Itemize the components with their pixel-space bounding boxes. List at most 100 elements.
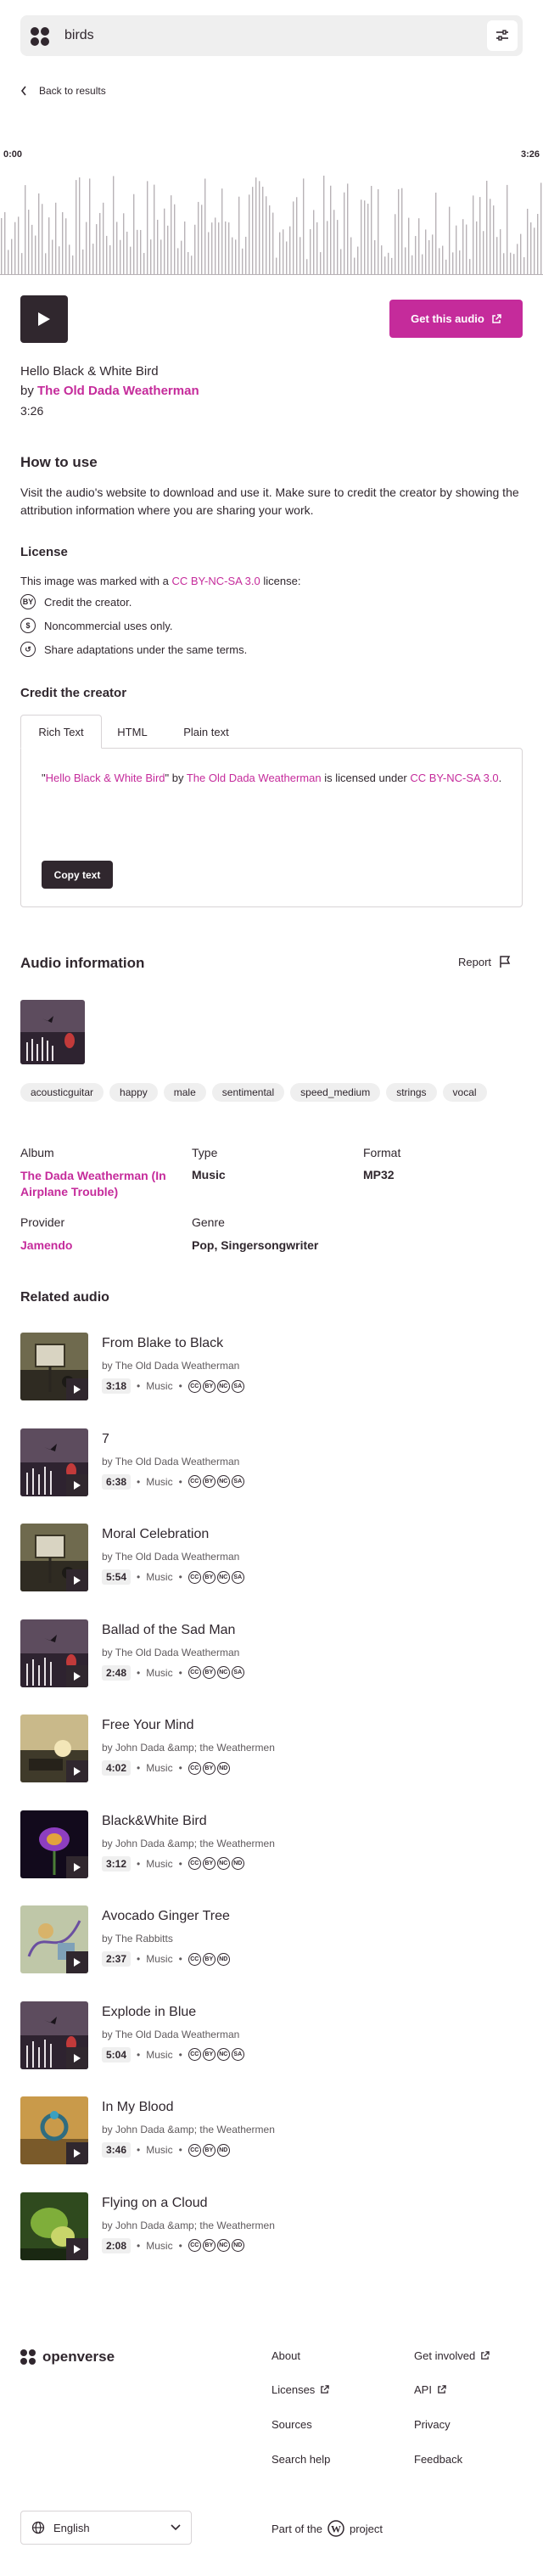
tag-chip[interactable]: strings [386, 1083, 437, 1102]
separator-dot: • [137, 1380, 141, 1392]
audio-information-heading: Audio information [20, 955, 145, 971]
related-play-button[interactable] [66, 1664, 88, 1687]
tag-chip[interactable]: vocal [442, 1083, 487, 1102]
related-play-button[interactable] [66, 1855, 88, 1878]
tab-html[interactable]: HTML [105, 715, 160, 749]
license-sa-icon: SA [231, 1666, 244, 1679]
footer-link-get-involved[interactable]: Get involved [414, 2349, 490, 2362]
related-play-button[interactable] [66, 2142, 88, 2164]
external-link-icon [481, 2351, 490, 2360]
attribution-text: "Hello Black & White Bird" by The Old Da… [42, 771, 503, 786]
related-meta: 2:08 • Music • CC BY NC ND [102, 2237, 244, 2253]
license-intro-prefix: This image was marked with a [20, 575, 169, 587]
related-play-button[interactable] [66, 1569, 88, 1591]
license-cc-icon: CC [188, 1761, 201, 1775]
related-category: Music [146, 1475, 173, 1488]
play-icon [74, 1862, 81, 1872]
related-audio-item[interactable]: Moral Celebration by The Old Dada Weather… [20, 1524, 523, 1593]
report-button[interactable]: Report [458, 955, 512, 968]
filter-button[interactable] [487, 20, 518, 51]
back-to-results-link[interactable]: Back to results [20, 85, 106, 97]
attrib-license-link[interactable]: CC BY-NC-SA 3.0 [410, 772, 498, 784]
wordpress-icon[interactable]: W [327, 2520, 344, 2537]
credit-tabs: Rich Text HTML Plain text [20, 715, 523, 749]
chevron-left-icon [20, 86, 26, 96]
license-by-icon: BY [202, 1475, 216, 1488]
footer-link-about[interactable]: About [272, 2349, 300, 2362]
footer-link-sources[interactable]: Sources [272, 2418, 312, 2431]
license-link[interactable]: CC BY-NC-SA 3.0 [171, 575, 260, 587]
license-cc-icon: CC [188, 1666, 201, 1679]
license-cc-icon: CC [188, 2239, 201, 2252]
related-duration: 2:48 [102, 1664, 132, 1681]
audio-waveform[interactable] [0, 161, 543, 275]
related-play-button[interactable] [66, 1473, 88, 1496]
related-audio-item[interactable]: Black&White Bird by John Dada &amp; the W… [20, 1810, 523, 1880]
tag-chip[interactable]: male [163, 1083, 206, 1102]
tag-chip[interactable]: speed_medium [290, 1083, 381, 1102]
license-nc-icon: NC [216, 1570, 230, 1584]
play-icon [74, 2244, 81, 2253]
openverse-logo-icon[interactable] [31, 27, 49, 46]
license-by-icon: BY [202, 1666, 216, 1679]
footer-link-licenses[interactable]: Licenses [272, 2383, 330, 2396]
external-link-icon [438, 2385, 446, 2394]
by-icon: BY [20, 594, 36, 609]
related-category: Music [146, 1380, 173, 1392]
play-icon [74, 1958, 81, 1967]
related-license-icons: CC BY ND [188, 2143, 230, 2157]
related-creator: by The Old Dada Weatherman [102, 1646, 240, 1658]
related-play-button[interactable] [66, 1760, 88, 1782]
related-audio-item[interactable]: Free Your Mind by John Dada &amp; the Wea… [20, 1715, 523, 1784]
footer-link-search-help[interactable]: Search help [272, 2453, 330, 2466]
license-nc-icon: NC [216, 1666, 230, 1679]
tab-plain-text[interactable]: Plain text [168, 715, 244, 749]
related-play-button[interactable] [66, 1378, 88, 1400]
creator-link[interactable]: The Old Dada Weatherman [37, 384, 199, 398]
separator-dot: • [137, 1953, 141, 1965]
license-cc-icon: CC [188, 1379, 201, 1393]
copy-text-button[interactable]: Copy text [42, 861, 113, 889]
work-link[interactable]: Hello Black & White Bird [46, 772, 165, 784]
play-icon [74, 1480, 81, 1490]
related-audio-item[interactable]: From Blake to Black by The Old Dada Weath… [20, 1333, 523, 1402]
related-play-button[interactable] [66, 2046, 88, 2069]
external-link-icon [321, 2385, 330, 2394]
related-duration: 2:08 [102, 2237, 132, 2253]
related-category: Music [146, 1571, 173, 1583]
play-icon [38, 312, 50, 326]
footer-logo[interactable]: openverse [20, 2349, 115, 2366]
footer-link-privacy[interactable]: Privacy [414, 2418, 451, 2431]
separator-dot: • [137, 1475, 141, 1488]
related-duration: 3:12 [102, 1855, 132, 1872]
related-audio-item[interactable]: 7 by The Old Dada Weatherman 6:38 • Music • CC… [20, 1428, 523, 1498]
related-audio-item[interactable]: In My Blood by John Dada &amp; the Weathe… [20, 2096, 523, 2166]
related-audio-item[interactable]: Explode in Blue by The Old Dada Weatherma… [20, 2001, 523, 2071]
related-creator: by The Old Dada Weatherman [102, 1455, 240, 1468]
tag-chip[interactable]: acousticguitar [20, 1083, 104, 1102]
licensed-under: is licensed under [321, 772, 411, 784]
separator-dot: • [178, 1666, 182, 1679]
related-audio-item[interactable]: Avocado Ginger Tree by The Rabbitts 2:37 • M… [20, 1905, 523, 1975]
play-button[interactable] [20, 295, 68, 343]
attrib-creator-link[interactable]: The Old Dada Weatherman [187, 772, 322, 784]
footer-link-api[interactable]: API [414, 2383, 446, 2396]
provider-link[interactable]: Jamendo [20, 1238, 72, 1252]
search-input[interactable] [64, 22, 472, 49]
tag-chip[interactable]: sentimental [211, 1083, 285, 1102]
license-nd-icon: ND [231, 1857, 244, 1870]
tag-chip[interactable]: happy [109, 1083, 158, 1102]
related-play-button[interactable] [66, 2237, 88, 2260]
related-category: Music [146, 2048, 173, 2061]
related-play-button[interactable] [66, 1951, 88, 1973]
album-link[interactable]: The Dada Weatherman (In Airplane Trouble… [20, 1168, 182, 1200]
language-select[interactable]: English [20, 2511, 192, 2545]
related-audio-item[interactable]: Flying on a Cloud by John Dada &amp; the … [20, 2192, 523, 2262]
tab-rich-text[interactable]: Rich Text [20, 715, 102, 749]
related-audio-item[interactable]: Ballad of the Sad Man by The Old Dada Wea… [20, 1619, 523, 1689]
licenses-label: Licenses [272, 2383, 316, 2396]
get-this-audio-button[interactable]: Get this audio [389, 300, 523, 338]
separator-dot: • [178, 2144, 182, 2156]
footer-link-feedback[interactable]: Feedback [414, 2453, 462, 2466]
related-duration: 2:37 [102, 1951, 132, 1967]
